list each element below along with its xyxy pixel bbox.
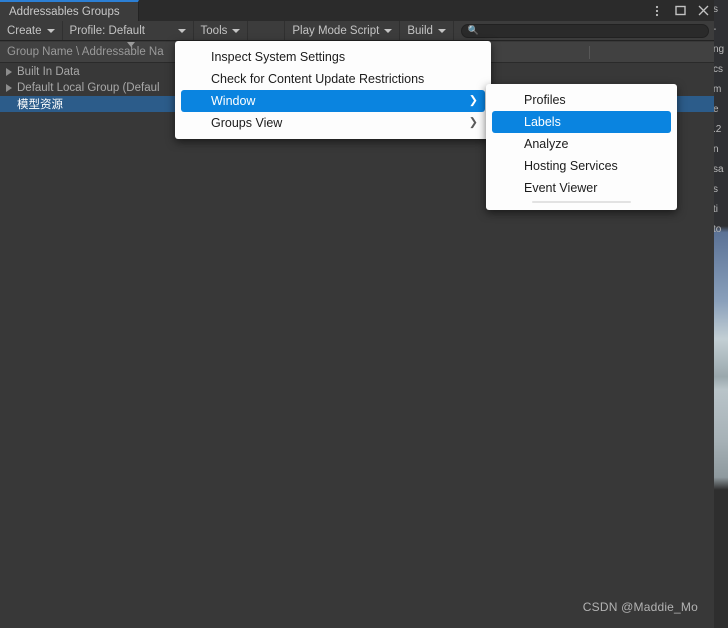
menu-item-hosting-services[interactable]: Hosting Services xyxy=(486,155,677,177)
watermark: CSDN @Maddie_Mo xyxy=(582,600,698,614)
chevron-right-icon: ❯ xyxy=(468,116,478,129)
chevron-down-icon xyxy=(177,28,186,33)
sort-descending-icon[interactable] xyxy=(127,42,135,47)
tools-dropdown-menu: Inspect System Settings Check for Conten… xyxy=(175,41,491,139)
menu-item-check-content-update-restrictions[interactable]: Check for Content Update Restrictions xyxy=(175,68,491,90)
column-header-group-name[interactable]: Group Name \ Addressable Na xyxy=(7,46,164,58)
background-fragment: m xyxy=(713,84,722,95)
background-fragment: - xyxy=(713,24,717,35)
window-titlebar: Addressables Groups xyxy=(0,0,714,21)
toolbar: Create Profile: Default Tools Play Mode … xyxy=(0,21,714,41)
chevron-down-icon xyxy=(232,28,241,33)
window-controls xyxy=(650,0,710,21)
background-fragment: e xyxy=(713,104,719,115)
menu-item-label: Groups View xyxy=(211,116,283,130)
chevron-down-icon xyxy=(46,28,55,33)
background-fragment: cs xyxy=(713,64,723,75)
search-input[interactable] xyxy=(479,24,702,37)
background-fragment: s xyxy=(713,4,718,15)
search-field[interactable]: 🔍 xyxy=(460,23,709,38)
chevron-down-icon xyxy=(384,28,393,33)
menu-item-label: Inspect System Settings xyxy=(211,50,346,64)
window-submenu: Profiles Labels Analyze Hosting Services… xyxy=(486,84,677,210)
menu-item-label: Check for Content Update Restrictions xyxy=(211,72,425,86)
menu-item-label: Window xyxy=(211,94,256,108)
chevron-right-icon[interactable] xyxy=(6,68,12,76)
screen-root: s - ng cs m e .2 n sa s ti to Addressabl… xyxy=(0,0,728,628)
menu-item-analyze[interactable]: Analyze xyxy=(486,133,677,155)
tools-button[interactable]: Tools xyxy=(194,21,249,40)
background-fragment: ng xyxy=(713,44,725,55)
background-text-fragments: s - ng cs m e .2 n sa s ti to xyxy=(712,0,728,240)
background-fragment: .2 xyxy=(713,124,722,135)
profile-label: Profile: Default xyxy=(69,24,145,37)
menu-item-label: Event Viewer xyxy=(524,181,598,195)
profile-dropdown[interactable]: Profile: Default xyxy=(63,21,194,40)
group-name-label: Default Local Group (Defaul xyxy=(17,82,160,94)
menu-item-groups-view[interactable]: Groups View ❯ xyxy=(175,112,491,134)
create-button[interactable]: Create xyxy=(0,21,63,40)
column-resize-handle[interactable] xyxy=(589,46,590,59)
maximize-icon[interactable] xyxy=(673,4,687,18)
build-label: Build xyxy=(407,24,433,37)
play-mode-script-label: Play Mode Script xyxy=(292,24,380,37)
group-name-label: Built In Data xyxy=(17,66,80,78)
menu-item-label: Hosting Services xyxy=(524,159,618,173)
menu-item-inspect-system-settings[interactable]: Inspect System Settings xyxy=(175,46,491,68)
menu-item-label: Profiles xyxy=(524,93,566,107)
chevron-right-icon[interactable] xyxy=(6,84,12,92)
background-fragment: s xyxy=(713,184,718,195)
background-fragment: to xyxy=(713,224,722,235)
play-mode-script-button[interactable]: Play Mode Script xyxy=(285,21,401,40)
chevron-down-icon xyxy=(437,28,446,33)
tab-label: Addressables Groups xyxy=(9,5,120,18)
group-name-label: 模型资源 xyxy=(17,99,63,111)
tab-addressables-groups[interactable]: Addressables Groups xyxy=(0,0,139,21)
menu-item-label: Labels xyxy=(524,115,561,129)
tools-label: Tools xyxy=(200,24,228,37)
toolbar-spacer xyxy=(248,21,286,40)
close-icon[interactable] xyxy=(696,4,710,18)
background-fragment: ti xyxy=(713,204,718,215)
search-icon: 🔍 xyxy=(467,25,480,35)
menu-item-label: Analyze xyxy=(524,137,569,151)
menu-item-window[interactable]: Window ❯ xyxy=(181,90,485,112)
menu-scroll-indicator xyxy=(486,201,677,205)
menu-item-event-viewer[interactable]: Event Viewer xyxy=(486,177,677,199)
search-container: 🔍 xyxy=(454,21,714,40)
chevron-right-icon: ❯ xyxy=(468,94,478,107)
background-fragment: sa xyxy=(713,164,724,175)
create-label: Create xyxy=(7,24,42,37)
menu-item-profiles[interactable]: Profiles xyxy=(486,89,677,111)
menu-item-labels[interactable]: Labels xyxy=(492,111,671,133)
more-options-icon[interactable] xyxy=(650,4,664,18)
build-button[interactable]: Build xyxy=(400,21,454,40)
background-fragment: n xyxy=(713,144,719,155)
